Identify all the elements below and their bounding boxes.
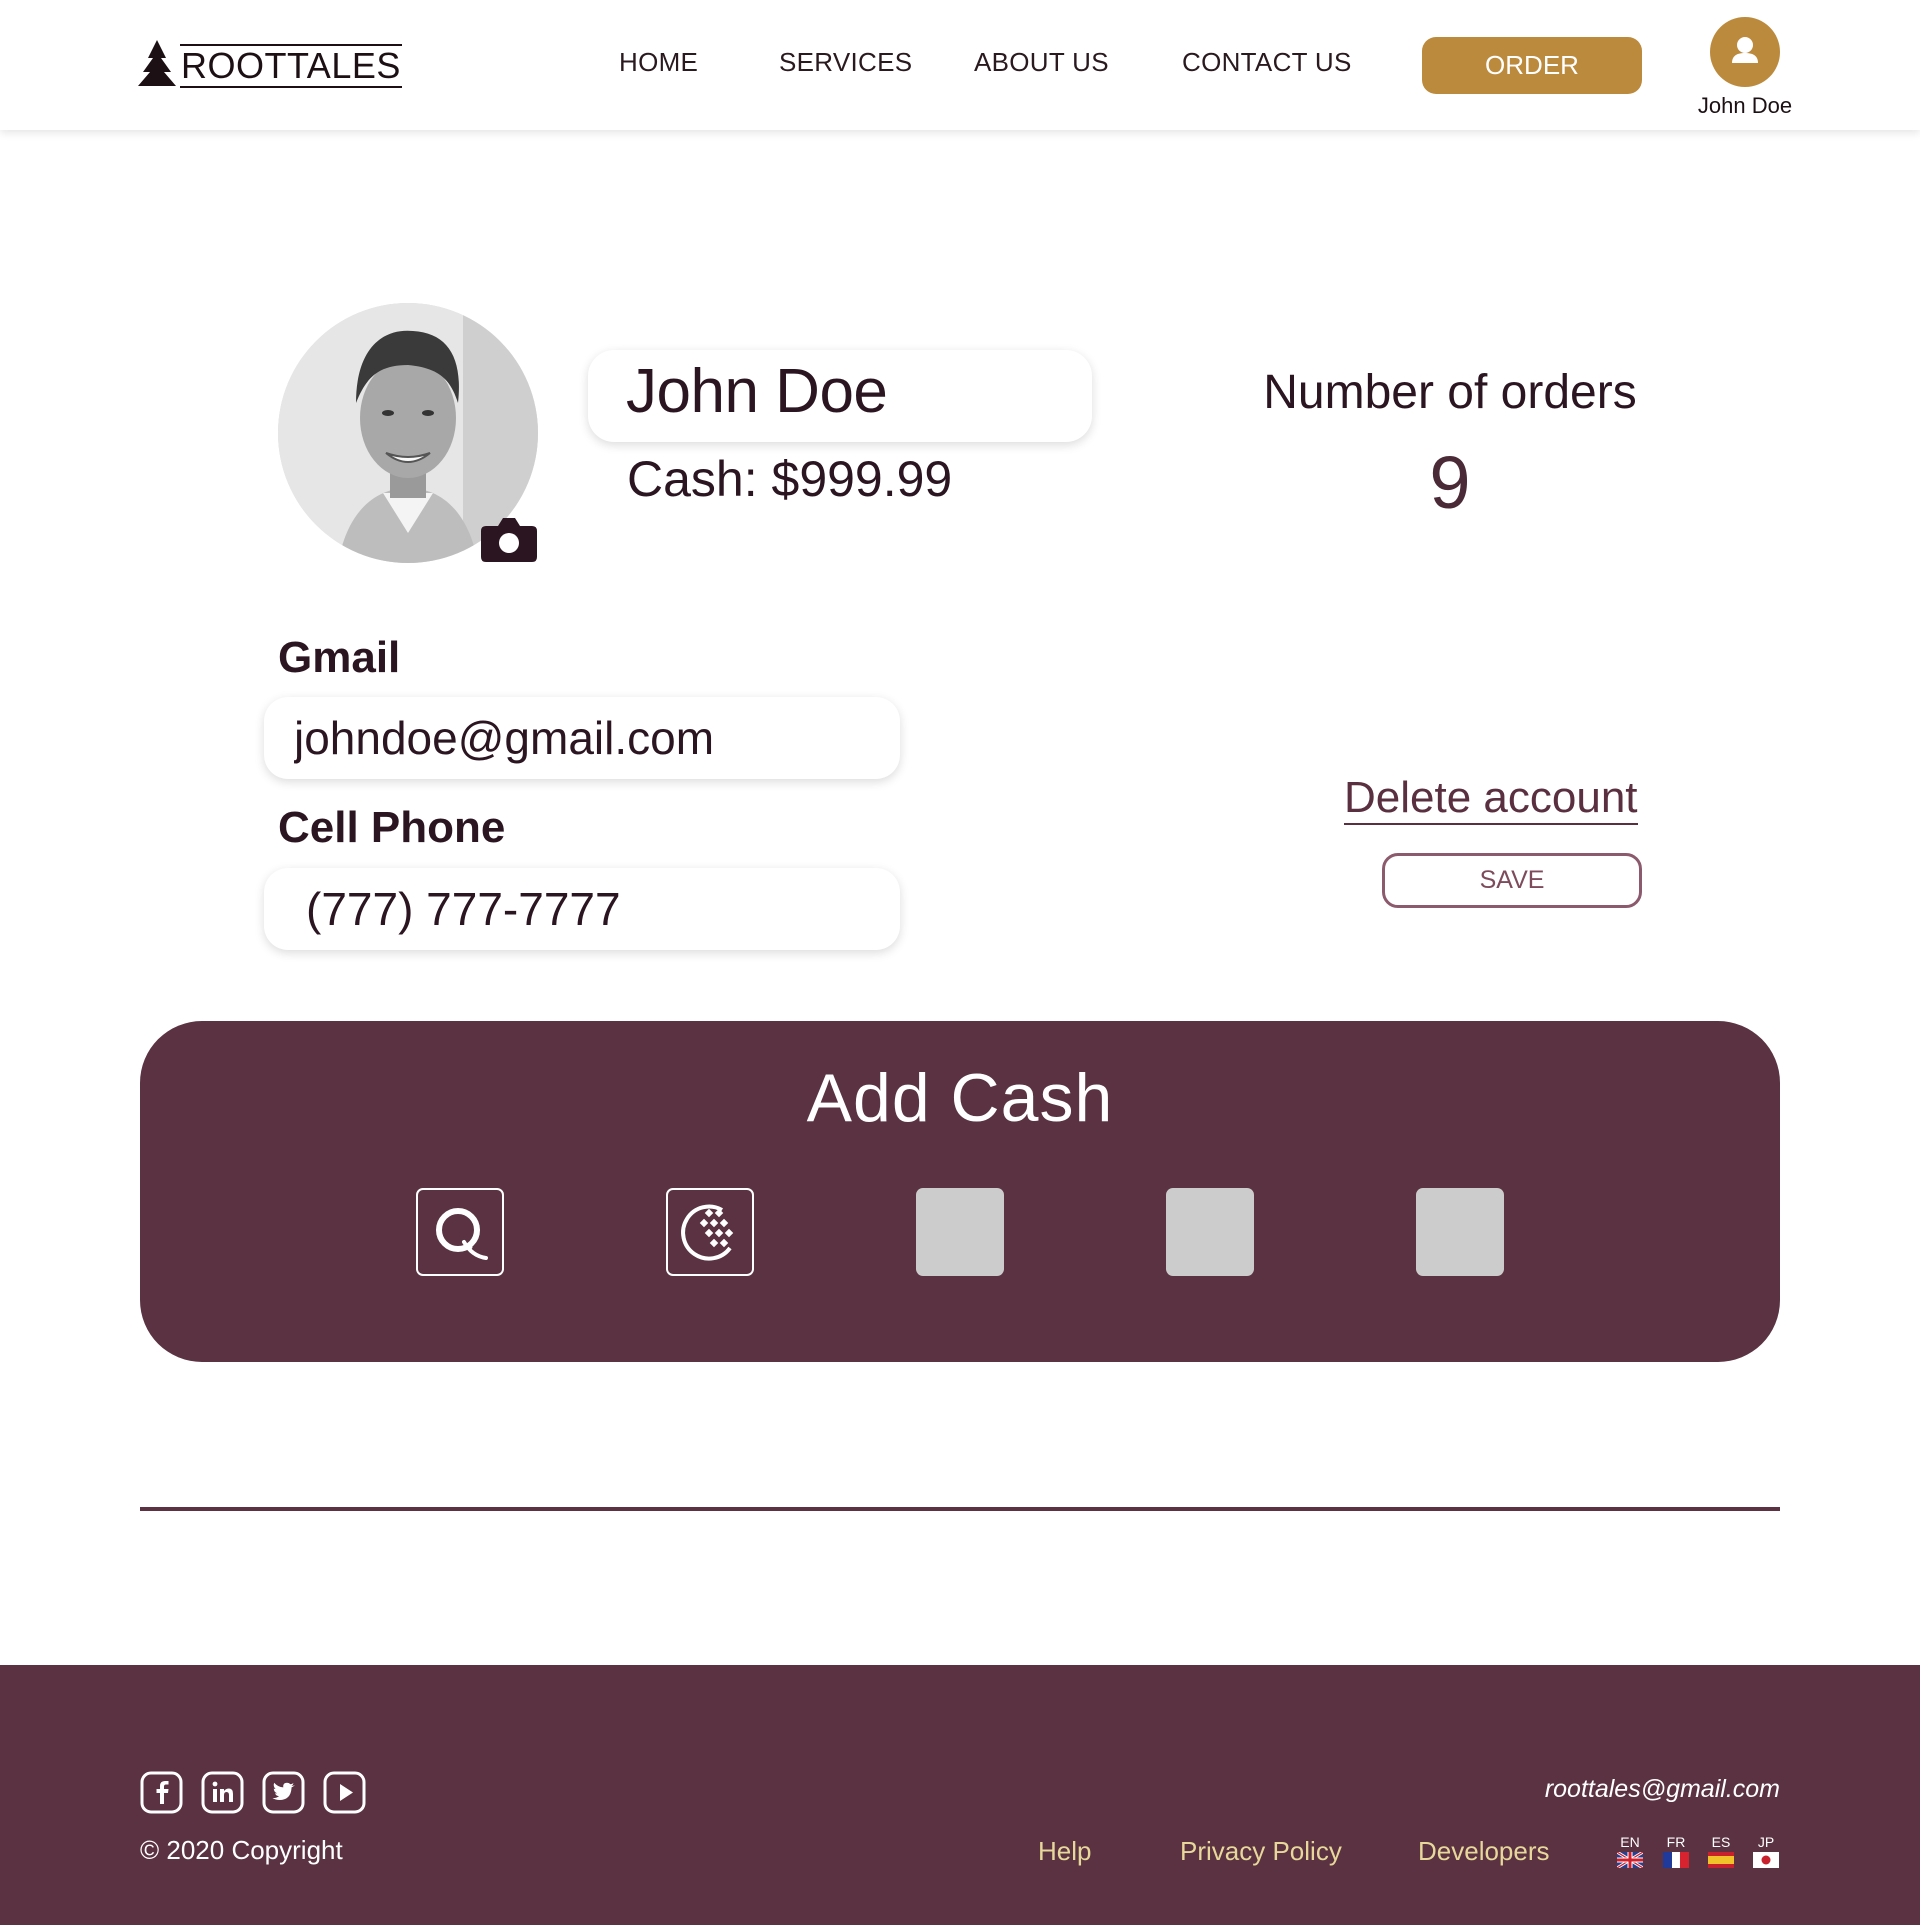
youtube-icon[interactable] [323,1771,366,1814]
gmail-field[interactable] [264,697,900,779]
order-button[interactable]: ORDER [1422,37,1642,94]
nav-home[interactable]: HOME [619,47,698,78]
nav-contact-us[interactable]: CONTACT US [1182,47,1352,78]
site-header: ROOTTALES HOME SERVICES ABOUT US CONTACT… [0,0,1920,130]
save-button[interactable]: SAVE [1382,853,1642,908]
logo[interactable]: ROOTTALES [138,40,402,88]
add-cash-title: Add Cash [806,1060,1114,1136]
qiwi-payment-button[interactable] [416,1188,504,1276]
language-jp[interactable]: JP [1752,1834,1780,1868]
language-code: FR [1666,1834,1686,1850]
user-avatar[interactable] [1710,17,1780,87]
contact-email[interactable]: roottales@gmail.com [1480,1775,1780,1804]
phone-field[interactable] [264,868,900,950]
facebook-icon[interactable] [140,1771,183,1814]
footer-link-developers[interactable]: Developers [1418,1836,1550,1867]
camera-icon[interactable] [480,514,538,564]
language-es[interactable]: ES [1707,1834,1735,1868]
qiwi-icon [436,1208,488,1260]
payment-method-placeholder[interactable] [916,1188,1004,1276]
language-code: EN [1620,1834,1640,1850]
footer-link-help[interactable]: Help [1038,1836,1091,1867]
user-name: John Doe [1697,93,1793,118]
webmoney-icon [681,1204,734,1261]
webmoney-payment-button[interactable] [666,1188,754,1276]
language-en[interactable]: EN [1616,1834,1644,1868]
orders-label: Number of orders [1263,366,1637,419]
logo-text: ROOTTALES [180,44,402,88]
uk-flag-icon [1617,1852,1643,1868]
france-flag-icon [1663,1852,1689,1868]
tree-icon [138,40,176,86]
spain-flag-icon [1708,1852,1734,1868]
profile-name: John Doe [626,357,888,426]
cash-balance: Cash: $999.99 [627,451,953,507]
japan-flag-icon [1753,1852,1779,1868]
twitter-icon[interactable] [262,1771,305,1814]
add-cash-panel: Add Cash [140,1021,1780,1362]
user-icon [1732,37,1758,63]
delete-account-link[interactable]: Delete account [1344,773,1638,825]
gmail-label: Gmail [278,633,401,682]
copyright-text: © 2020 Copyright [140,1835,343,1865]
footer-link-privacy-policy[interactable]: Privacy Policy [1180,1836,1342,1867]
language-fr[interactable]: FR [1662,1834,1690,1868]
payment-method-placeholder[interactable] [1416,1188,1504,1276]
payment-method-placeholder[interactable] [1166,1188,1254,1276]
language-code: ES [1711,1834,1731,1850]
nav-services[interactable]: SERVICES [779,47,912,78]
phone-label: Cell Phone [278,803,506,852]
language-code: JP [1757,1834,1775,1850]
divider [140,1507,1780,1511]
linkedin-icon[interactable] [201,1771,244,1814]
orders-count: 9 [1429,441,1471,524]
site-footer: © 2020 Copyright roottales@gmail.com Hel… [0,1665,1920,1925]
nav-about-us[interactable]: ABOUT US [974,47,1109,78]
